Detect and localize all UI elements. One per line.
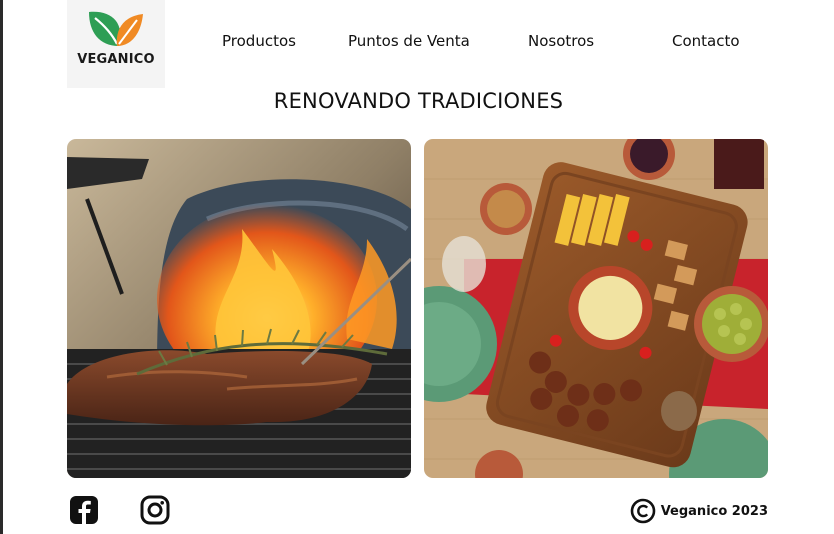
page: VEGANICO Productos Puntos de Venta Nosot… — [0, 0, 834, 534]
nav-nosotros[interactable]: Nosotros — [528, 32, 594, 50]
leaf-logo-icon — [89, 11, 143, 46]
nav-productos[interactable]: Productos — [222, 32, 296, 50]
instagram-icon[interactable] — [139, 494, 171, 526]
copyright-text: Veganico 2023 — [660, 503, 768, 519]
grilled-meat-photo — [67, 139, 411, 478]
copyright-icon — [630, 498, 655, 524]
page-title: RENOVANDO TRADICIONES — [273, 89, 564, 113]
logo[interactable]: VEGANICO — [67, 0, 165, 88]
logo-text: VEGANICO — [77, 52, 155, 67]
copyright: Veganico 2023 — [630, 497, 768, 525]
appetizer-platter-photo — [424, 139, 768, 478]
facebook-icon[interactable] — [68, 494, 100, 526]
nav-puntos-de-venta[interactable]: Puntos de Venta — [348, 32, 470, 50]
nav-contacto[interactable]: Contacto — [672, 32, 740, 50]
